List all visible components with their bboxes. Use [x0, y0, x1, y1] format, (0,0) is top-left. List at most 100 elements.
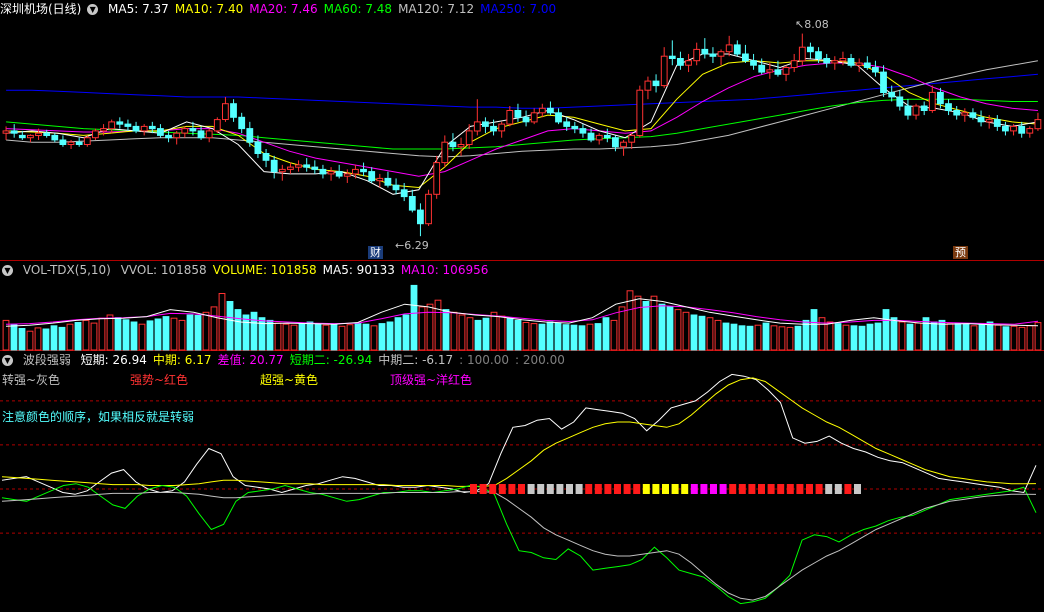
volume-bar: [778, 326, 786, 351]
candle-body: [872, 67, 879, 73]
volume-bar: [114, 317, 122, 351]
volume-bar: [1026, 325, 1034, 351]
candle-body: [213, 119, 221, 132]
volume-bar: [98, 317, 106, 351]
volume-bar: [170, 317, 178, 351]
indicator-short2-line: [1, 483, 1037, 605]
strength-block-red: [633, 484, 641, 494]
main-header: 深圳机场(日线) ▼ MA5: 7.37 MA10: 7.40 MA20: 7.46…: [0, 1, 568, 17]
volume-bar: [930, 321, 938, 351]
candle-body: [465, 130, 473, 145]
candle-body: [928, 91, 936, 112]
volume-bar: [314, 323, 322, 351]
volume-bar: [506, 317, 514, 351]
candle-body: [311, 166, 319, 170]
strength-block-red: [806, 484, 813, 494]
legend-magenta: 顶级强~洋红色: [390, 373, 473, 387]
volume-bar: [810, 309, 818, 351]
candle-body: [547, 107, 554, 114]
candle-body: [595, 134, 603, 141]
candle-body: [473, 121, 481, 132]
volume-bar: [978, 323, 986, 351]
volume-bar: [306, 321, 314, 351]
chevron-down-icon[interactable]: ▼: [87, 4, 99, 15]
volume-bar: [386, 321, 394, 351]
volume-bar: [474, 319, 482, 351]
volume-bar: [154, 318, 162, 351]
candle-body: [254, 141, 262, 154]
volume-bar: [850, 325, 858, 351]
strength-block-red: [738, 484, 746, 494]
indicator-value-6: : 200.00: [515, 353, 565, 367]
price-ma60-line: [6, 98, 1038, 150]
volume-bar: [890, 317, 898, 351]
candle-body: [969, 112, 977, 118]
candle-body: [51, 134, 59, 141]
volume-bar: [914, 322, 922, 351]
volume-bar: [738, 325, 746, 351]
volume-value-0: VVOL: 101858: [120, 263, 207, 277]
volume-bar: [746, 325, 754, 351]
candle-body: [173, 132, 181, 139]
candle-body: [157, 128, 164, 136]
candle-body: [880, 71, 887, 93]
candle-body: [530, 112, 538, 123]
volume-bar: [338, 325, 346, 351]
candle-body: [563, 121, 571, 127]
volume-bar: [418, 306, 426, 351]
candle-body: [230, 103, 237, 118]
candle-body: [417, 209, 424, 225]
candle-body: [262, 153, 270, 161]
forecast-marker[interactable]: 预: [953, 246, 968, 259]
strength-block-yellow: [642, 484, 650, 494]
candle-body: [498, 123, 506, 132]
volume-bar: [530, 323, 538, 351]
volume-bar: [458, 314, 466, 351]
candle-body: [425, 193, 432, 225]
candle-body: [798, 46, 806, 62]
candle-body: [766, 69, 774, 73]
volume-bar: [498, 315, 506, 351]
candle-body: [108, 121, 116, 130]
indicator-values: 短期: 26.94 中期: 6.17 差值: 20.77 短期二: -26.94 中期二…: [81, 353, 571, 367]
volume-bar: [834, 323, 842, 351]
legend-red: 强势~红色: [130, 373, 189, 387]
strength-block-gray: [546, 484, 554, 494]
candle-body: [815, 51, 822, 60]
strength-block-gray: [825, 484, 833, 494]
low-price-label: ←6.29: [395, 239, 429, 252]
volume-bar: [962, 323, 970, 351]
candle-body: [92, 130, 99, 139]
stock-title: 深圳机场(日线): [0, 2, 82, 16]
volume-bar: [650, 295, 658, 351]
candle-body: [514, 110, 522, 118]
volume-bar: [50, 325, 58, 351]
indicator-value-1: 中期: 6.17: [152, 353, 212, 367]
candle-body: [636, 89, 644, 136]
candle-body: [506, 110, 514, 125]
chevron-down-icon[interactable]: ▼: [2, 265, 13, 276]
volume-bar: [602, 317, 610, 351]
candle-body: [863, 62, 871, 68]
legend-yellow: 超强~黄色: [260, 373, 319, 387]
strength-block-red: [786, 484, 794, 494]
finance-marker[interactable]: 财: [368, 246, 383, 259]
candle-body: [977, 116, 985, 123]
candle-body: [392, 184, 400, 191]
strength-block-gray: [854, 484, 861, 494]
main-value-0: MA5: 7.37: [108, 2, 169, 16]
candle-body: [433, 162, 441, 195]
volume-bar: [26, 330, 34, 351]
indicator-value-0: 短期: 26.94: [80, 353, 147, 367]
volume-bar: [618, 306, 626, 351]
volume-bar: [58, 326, 66, 351]
candle-body: [920, 105, 928, 111]
volume-bar: [274, 322, 282, 351]
volume-bar: [42, 328, 50, 351]
volume-value-3: MA10: 106956: [400, 263, 489, 277]
chart-canvas[interactable]: [0, 0, 1044, 612]
chevron-down-icon[interactable]: ▼: [2, 355, 13, 366]
strength-block-magenta: [719, 484, 727, 494]
candle-body: [742, 53, 749, 62]
candle-body: [343, 173, 351, 177]
